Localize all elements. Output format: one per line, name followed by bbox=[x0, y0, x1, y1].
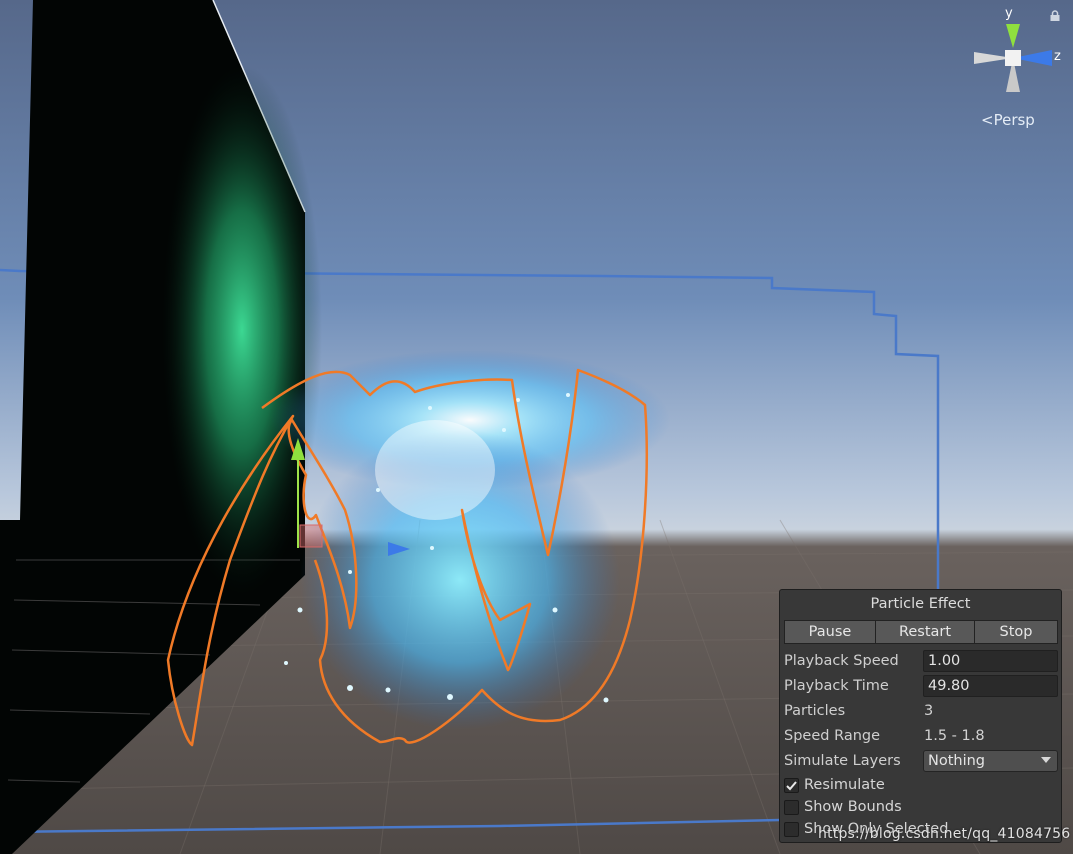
playback-speed-label: Playback Speed bbox=[784, 653, 899, 669]
resimulate-label: Resimulate bbox=[804, 777, 885, 793]
particle-effect-panel: Particle Effect Pause Restart Stop Playb… bbox=[779, 589, 1062, 843]
speed-range-label: Speed Range bbox=[784, 728, 881, 744]
y-axis-label: y bbox=[1005, 6, 1013, 21]
playback-speed-field[interactable]: 1.00 bbox=[923, 650, 1058, 672]
speed-range-value: 1.5 - 1.8 bbox=[924, 728, 985, 744]
gizmo-center-cube bbox=[1005, 50, 1021, 66]
projection-toggle[interactable]: <Persp bbox=[981, 111, 1035, 129]
particles-label: Particles bbox=[784, 703, 846, 719]
z-axis-label: z bbox=[1054, 49, 1061, 64]
playback-time-field[interactable]: 49.80 bbox=[923, 675, 1058, 697]
stop-button[interactable]: Stop bbox=[974, 620, 1058, 644]
particles-value: 3 bbox=[924, 703, 934, 719]
restart-button[interactable]: Restart bbox=[875, 620, 975, 644]
playback-time-label: Playback Time bbox=[784, 678, 889, 694]
simulate-layers-value: Nothing bbox=[928, 753, 986, 769]
show-bounds-label: Show Bounds bbox=[804, 799, 902, 815]
chevron-down-icon bbox=[1041, 757, 1051, 763]
pause-button[interactable]: Pause bbox=[784, 620, 876, 644]
watermark-text: https://blog.csdn.net/qq_41084756 bbox=[818, 826, 1071, 842]
panel-title: Particle Effect bbox=[870, 596, 971, 612]
show-bounds-checkbox[interactable] bbox=[784, 800, 799, 815]
persp-chevron-icon: < bbox=[981, 111, 994, 129]
simulate-layers-label: Simulate Layers bbox=[784, 753, 901, 769]
lock-icon[interactable] bbox=[1049, 10, 1061, 22]
show-only-selected-checkbox[interactable] bbox=[784, 822, 799, 837]
check-icon bbox=[786, 781, 797, 791]
simulate-layers-dropdown[interactable]: Nothing bbox=[923, 750, 1058, 772]
projection-label: Persp bbox=[993, 111, 1035, 129]
resimulate-checkbox[interactable] bbox=[784, 778, 799, 793]
